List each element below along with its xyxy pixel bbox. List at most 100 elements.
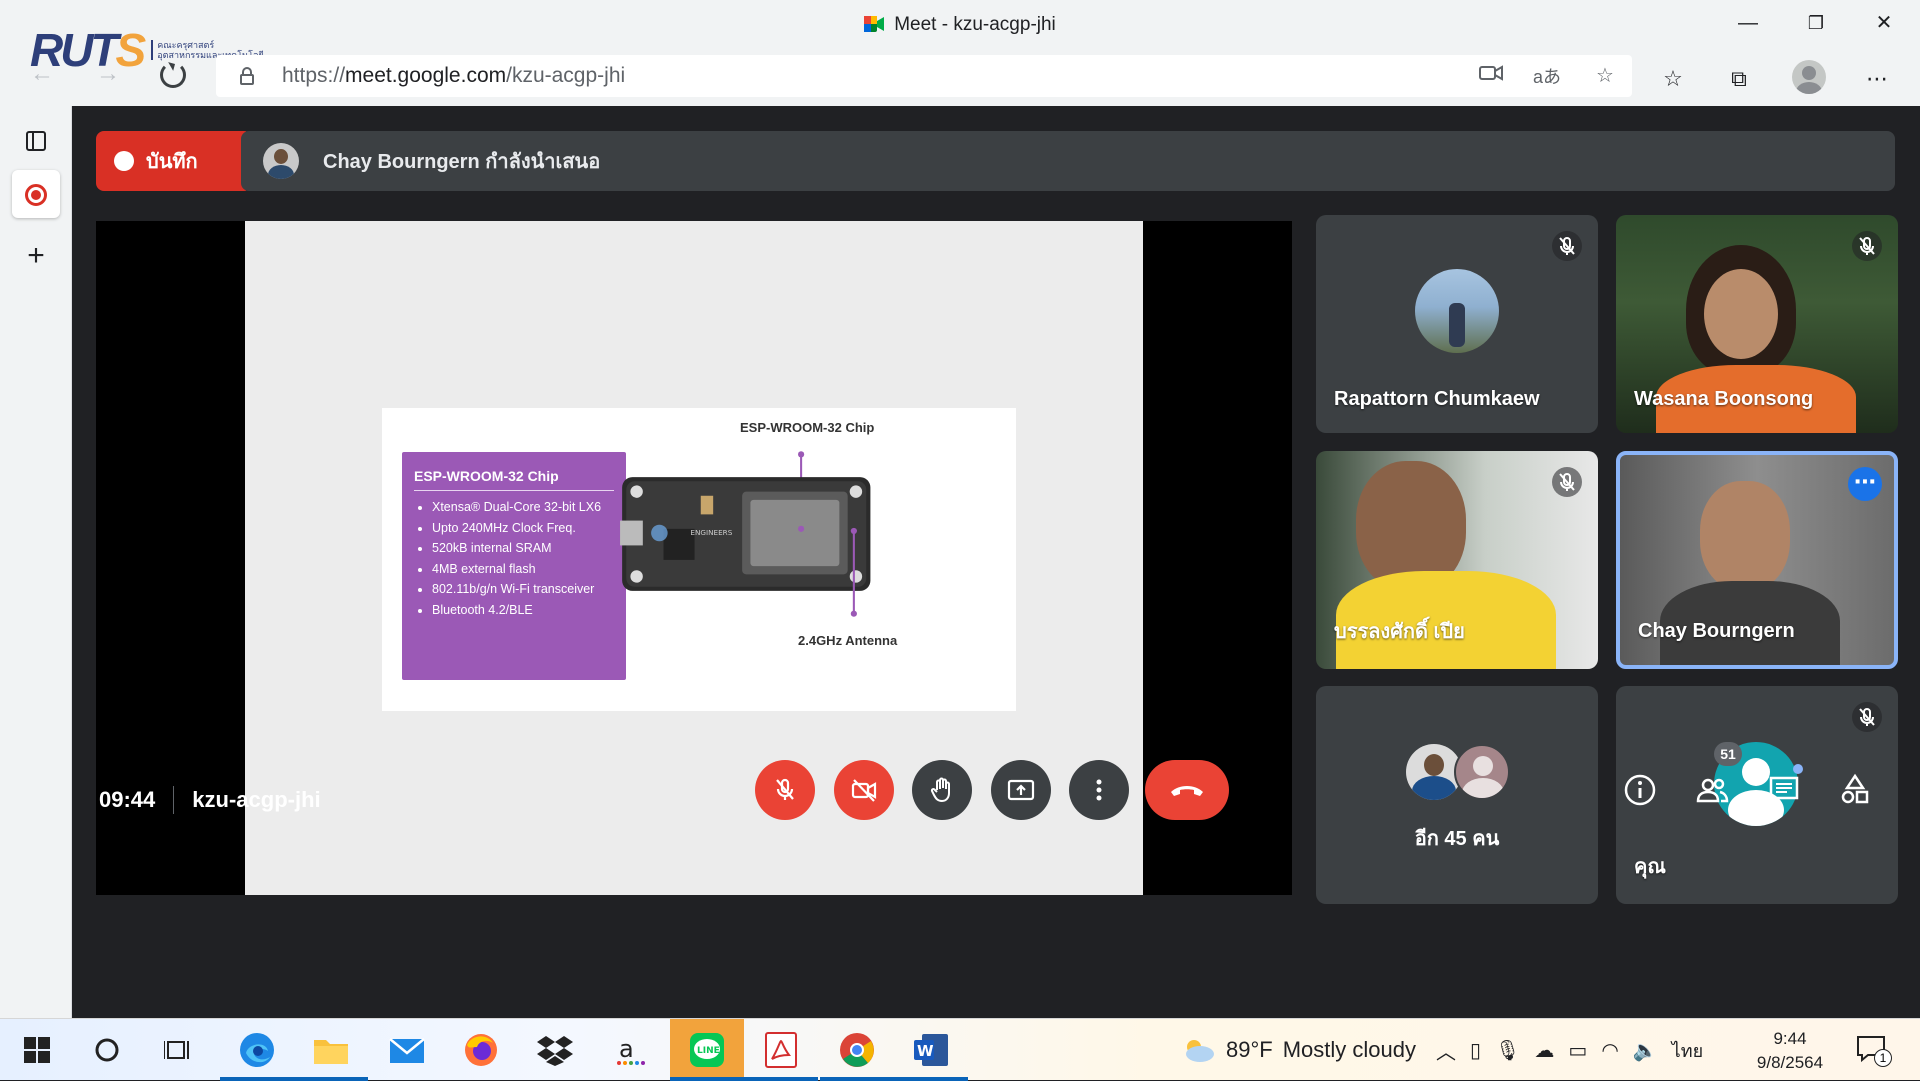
meeting-time: 09:44 (99, 787, 156, 812)
participant-tile-active-speaker[interactable]: ⋯ Chay Bourngern (1616, 451, 1898, 669)
more-vert-icon (1096, 779, 1102, 801)
esp32-board-image: ENGINEERS (620, 451, 871, 617)
meeting-details-button[interactable] (1614, 764, 1666, 816)
participant-count-badge: 51 (1714, 742, 1742, 766)
battery-icon[interactable]: ▭ (1568, 1038, 1587, 1063)
recording-label: บันทึก (146, 151, 198, 173)
raise-hand-button[interactable] (912, 760, 972, 820)
chrome-taskbar-button[interactable] (820, 1019, 894, 1081)
address-bar[interactable]: https://meet.google.com/kzu-acgp-jhi aあ … (216, 55, 1632, 97)
participant-tile[interactable]: บรรลงศักดิ์ เปีย (1316, 451, 1598, 669)
meet-app: บันทึก Chay Bourngern กำลังนำเสนอ ESP-WR… (72, 106, 1920, 1018)
search-button[interactable] (70, 1019, 144, 1081)
wifi-icon[interactable]: ◠ (1601, 1038, 1618, 1063)
google-meet-icon (864, 16, 885, 32)
presenter-text: Chay Bourngern กำลังนำเสนอ (323, 151, 601, 173)
dropbox-icon (537, 1036, 573, 1066)
restore-button[interactable]: ❐ (1798, 8, 1834, 38)
amazon-taskbar-button[interactable]: a (594, 1019, 668, 1081)
chat-button[interactable] (1758, 764, 1810, 816)
amazon-icon: a (617, 1035, 645, 1065)
meet-now-icon[interactable]: ▯ (1470, 1038, 1481, 1063)
mic-off-icon (1852, 702, 1882, 732)
mic-toggle-button[interactable] (755, 760, 815, 820)
read-aloud-icon[interactable]: aあ (1532, 63, 1562, 89)
chevron-up-icon[interactable]: ︿ (1436, 1036, 1456, 1065)
clock-date: 9/8/2564 (1756, 1053, 1824, 1072)
mic-off-icon (1552, 467, 1582, 497)
antenna-label: 2.4GHz Antenna (798, 633, 898, 648)
cloudy-weather-icon (1186, 1040, 1214, 1062)
close-button[interactable]: ✕ (1866, 8, 1902, 38)
word-taskbar-button[interactable]: W (894, 1019, 968, 1081)
leave-call-button[interactable] (1145, 760, 1229, 820)
dropbox-taskbar-button[interactable] (518, 1019, 592, 1081)
participant-name: บรรลงศักดิ์ เปีย (1334, 621, 1465, 643)
line-taskbar-button[interactable]: LINE (670, 1019, 744, 1081)
participants-button[interactable] (1686, 764, 1738, 816)
browser-chrome: Meet - kzu-acgp-jhi — ❐ ✕ RUTS คณะครุศาส… (0, 0, 1920, 106)
acrobat-taskbar-button[interactable] (744, 1019, 818, 1081)
hand-icon (930, 777, 950, 803)
minimize-button[interactable]: — (1730, 8, 1766, 38)
windows-taskbar: a LINE W 89°F Mostly cloudy ︿ ▯ 🎙 ☁ ▭ ◠ … (0, 1018, 1920, 1081)
clock-time: 9:44 (1773, 1029, 1807, 1048)
pdf-icon (765, 1032, 797, 1068)
camera-off-icon (851, 779, 877, 802)
feature-item: 520kB internal SRAM (432, 538, 614, 559)
system-clock[interactable]: 9:44 9/8/2564 (1750, 1027, 1830, 1075)
more-menu-icon[interactable]: ⋯ (1860, 62, 1894, 96)
windows-icon (24, 1037, 50, 1063)
participant-name: Rapattorn Chumkaew (1334, 388, 1540, 410)
present-screen-button[interactable] (991, 760, 1051, 820)
feature-item: 802.11b/g/n Wi-Fi transceiver (432, 579, 614, 600)
vertical-tab-strip: + (0, 106, 72, 1018)
notification-center-button[interactable]: 1 (1856, 1033, 1892, 1067)
collections-icon[interactable]: ⧉ (1722, 62, 1756, 96)
camera-in-use-icon[interactable] (1476, 63, 1506, 89)
forward-button[interactable]: → (96, 60, 120, 88)
edge-taskbar-button[interactable] (220, 1019, 294, 1081)
lock-icon[interactable] (240, 67, 254, 85)
participant-name: Chay Bourngern (1638, 620, 1795, 642)
firefox-taskbar-button[interactable] (444, 1019, 518, 1081)
others-tile[interactable]: อีก 45 คน (1316, 686, 1598, 904)
people-icon (1696, 778, 1729, 803)
recording-badge[interactable]: บันทึก (96, 131, 252, 191)
firefox-icon (465, 1034, 497, 1066)
tab-actions-icon[interactable] (12, 116, 60, 164)
participant-tile[interactable]: Rapattorn Chumkaew (1316, 215, 1598, 433)
cortana-icon (95, 1038, 119, 1062)
mic-off-icon (1552, 231, 1582, 261)
more-options-icon[interactable]: ⋯ (1848, 467, 1882, 501)
activities-button[interactable] (1829, 764, 1881, 816)
participant-tile[interactable]: Wasana Boonsong (1616, 215, 1898, 433)
title-bar: Meet - kzu-acgp-jhi — ❐ ✕ (0, 0, 1920, 50)
favorites-icon[interactable]: ☆ (1656, 62, 1690, 96)
weather-widget[interactable]: 89°F Mostly cloudy (1180, 1019, 1416, 1081)
back-button[interactable]: ← (30, 60, 54, 88)
new-tab-button[interactable]: + (12, 232, 60, 280)
presenter-avatar (263, 143, 299, 179)
task-view-button[interactable] (142, 1019, 216, 1081)
more-options-button[interactable] (1069, 760, 1129, 820)
onedrive-icon[interactable]: ☁ (1534, 1038, 1554, 1063)
microphone-icon[interactable]: 🎙 (1495, 1038, 1520, 1063)
chrome-icon (840, 1033, 874, 1067)
profile-avatar[interactable] (1792, 60, 1826, 94)
tab-meet-recording[interactable] (12, 170, 60, 218)
file-explorer-taskbar-button[interactable] (294, 1019, 368, 1081)
input-language[interactable]: ไทย (1672, 1036, 1703, 1065)
reload-icon[interactable] (160, 62, 186, 88)
line-icon: LINE (690, 1033, 724, 1067)
svg-text:W: W (917, 1042, 934, 1060)
camera-toggle-button[interactable] (834, 760, 894, 820)
window-title: Meet - kzu-acgp-jhi (0, 14, 1920, 36)
url-text[interactable]: https://meet.google.com/kzu-acgp-jhi (282, 64, 625, 88)
volume-icon[interactable]: 🔈 (1633, 1038, 1658, 1063)
chat-unread-dot (1793, 764, 1803, 774)
add-favorite-icon[interactable]: ☆ (1590, 63, 1620, 88)
mail-taskbar-button[interactable] (370, 1019, 444, 1081)
start-button[interactable] (0, 1019, 74, 1081)
participant-video (1700, 481, 1790, 591)
